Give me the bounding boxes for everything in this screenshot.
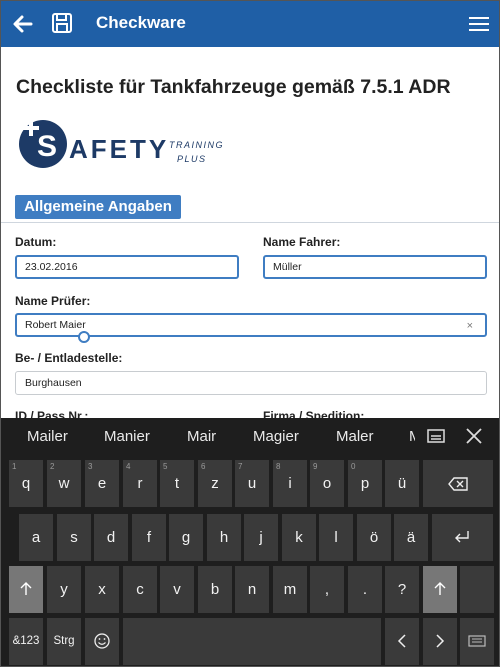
space-key[interactable] xyxy=(123,618,381,665)
keyboard-layout-icon[interactable] xyxy=(427,428,445,444)
app-window: Checkware Checkliste für Tankfahrzeuge g… xyxy=(0,0,500,667)
key-n[interactable]: n xyxy=(235,566,269,613)
back-arrow-icon[interactable] xyxy=(9,11,35,37)
symbols-key[interactable]: &123 xyxy=(9,618,43,665)
hamburger-menu-icon[interactable] xyxy=(469,15,489,33)
svg-text:TRAINING: TRAINING xyxy=(169,140,224,150)
key-v[interactable]: v xyxy=(160,566,194,613)
shift-up-icon xyxy=(20,582,32,595)
name-fahrer-label: Name Fahrer: xyxy=(263,235,341,249)
key-b[interactable]: b xyxy=(198,566,232,613)
key-f[interactable]: f xyxy=(132,514,166,561)
key-i[interactable]: 8i xyxy=(273,460,307,507)
suggestion-item[interactable]: Maler xyxy=(336,428,374,445)
key-u[interactable]: 7u xyxy=(235,460,269,507)
suggestion-list: Mailer Manier Mair Magier Maler Ma xyxy=(1,418,415,456)
key-s[interactable]: s xyxy=(57,514,91,561)
ctrl-key[interactable]: Strg xyxy=(47,618,81,665)
key-g[interactable]: g xyxy=(169,514,203,561)
key-t[interactable]: 5t xyxy=(160,460,194,507)
key-o[interactable]: 9o xyxy=(310,460,344,507)
on-screen-keyboard: Mailer Manier Mair Magier Maler Ma 1q 2w… xyxy=(1,418,499,666)
save-icon[interactable] xyxy=(51,12,73,34)
enter-icon xyxy=(455,531,469,543)
right-arrow-key[interactable] xyxy=(423,618,457,665)
key-filler xyxy=(460,566,494,613)
enter-key[interactable] xyxy=(432,514,493,561)
key-r[interactable]: 4r xyxy=(123,460,157,507)
svg-text:AFETY: AFETY xyxy=(69,134,169,164)
chevron-left-icon xyxy=(397,634,406,648)
be-entladestelle-field[interactable]: Burghausen xyxy=(15,371,487,395)
key-l[interactable]: l xyxy=(319,514,353,561)
key-ae[interactable]: ä xyxy=(394,514,428,561)
shift-key-right[interactable] xyxy=(423,566,457,613)
emoji-key[interactable] xyxy=(85,618,119,665)
key-ue[interactable]: ü xyxy=(385,460,419,507)
suggestion-item[interactable]: Magier xyxy=(253,428,299,445)
key-x[interactable]: x xyxy=(85,566,119,613)
key-c[interactable]: c xyxy=(123,566,157,613)
suggestion-item[interactable]: Manier xyxy=(104,428,150,445)
page-title: Checkliste für Tankfahrzeuge gemäß 7.5.1… xyxy=(16,76,451,98)
key-a[interactable]: a xyxy=(19,514,53,561)
app-bar: Checkware xyxy=(1,1,499,47)
key-question[interactable]: ? xyxy=(385,566,419,613)
section-allgemeine-angaben-button[interactable]: Allgemeine Angaben xyxy=(15,195,181,219)
left-arrow-key[interactable] xyxy=(385,618,419,665)
key-j[interactable]: j xyxy=(244,514,278,561)
key-k[interactable]: k xyxy=(282,514,316,561)
keyboard-icon xyxy=(468,635,486,647)
keyboard-switch-key[interactable] xyxy=(460,618,494,665)
clear-icon[interactable]: × xyxy=(467,316,473,336)
section-divider xyxy=(1,222,499,223)
svg-text:PLUS: PLUS xyxy=(177,154,207,164)
name-pruefer-value: Robert Maier xyxy=(25,319,86,331)
be-entladestelle-label: Be- / Entladestelle: xyxy=(15,351,123,365)
name-fahrer-field[interactable]: Müller xyxy=(263,255,487,279)
shift-up-icon xyxy=(434,582,446,595)
suggestion-item[interactable]: Ma xyxy=(409,428,415,445)
key-period[interactable]: . xyxy=(348,566,382,613)
name-pruefer-label: Name Prüfer: xyxy=(15,294,91,308)
key-comma[interactable]: , xyxy=(310,566,344,613)
close-keyboard-icon[interactable] xyxy=(465,427,483,445)
suggestion-item[interactable]: Mair xyxy=(187,428,216,445)
key-d[interactable]: d xyxy=(94,514,128,561)
key-q[interactable]: 1q xyxy=(9,460,43,507)
key-z[interactable]: 6z xyxy=(198,460,232,507)
emoji-smiley-icon xyxy=(94,633,110,649)
suggestion-item[interactable]: Mailer xyxy=(27,428,68,445)
backspace-icon xyxy=(448,477,468,491)
text-caret-handle[interactable] xyxy=(78,331,90,343)
datum-label: Datum: xyxy=(15,235,57,249)
svg-text:S: S xyxy=(37,130,57,163)
key-p[interactable]: 0p xyxy=(348,460,382,507)
safety-training-plus-logo: S AFETY TRAINING PLUS xyxy=(19,120,224,168)
key-e[interactable]: 3e xyxy=(85,460,119,507)
key-y[interactable]: y xyxy=(47,566,81,613)
shift-key-left[interactable] xyxy=(9,566,43,613)
key-oe[interactable]: ö xyxy=(357,514,391,561)
backspace-key[interactable] xyxy=(423,460,493,507)
app-title: Checkware xyxy=(96,13,186,32)
chevron-right-icon xyxy=(436,634,445,648)
datum-field[interactable]: 23.02.2016 xyxy=(15,255,239,279)
key-h[interactable]: h xyxy=(207,514,241,561)
key-m[interactable]: m xyxy=(273,566,307,613)
key-w[interactable]: 2w xyxy=(47,460,81,507)
suggestion-bar: Mailer Manier Mair Magier Maler Ma xyxy=(1,418,499,456)
